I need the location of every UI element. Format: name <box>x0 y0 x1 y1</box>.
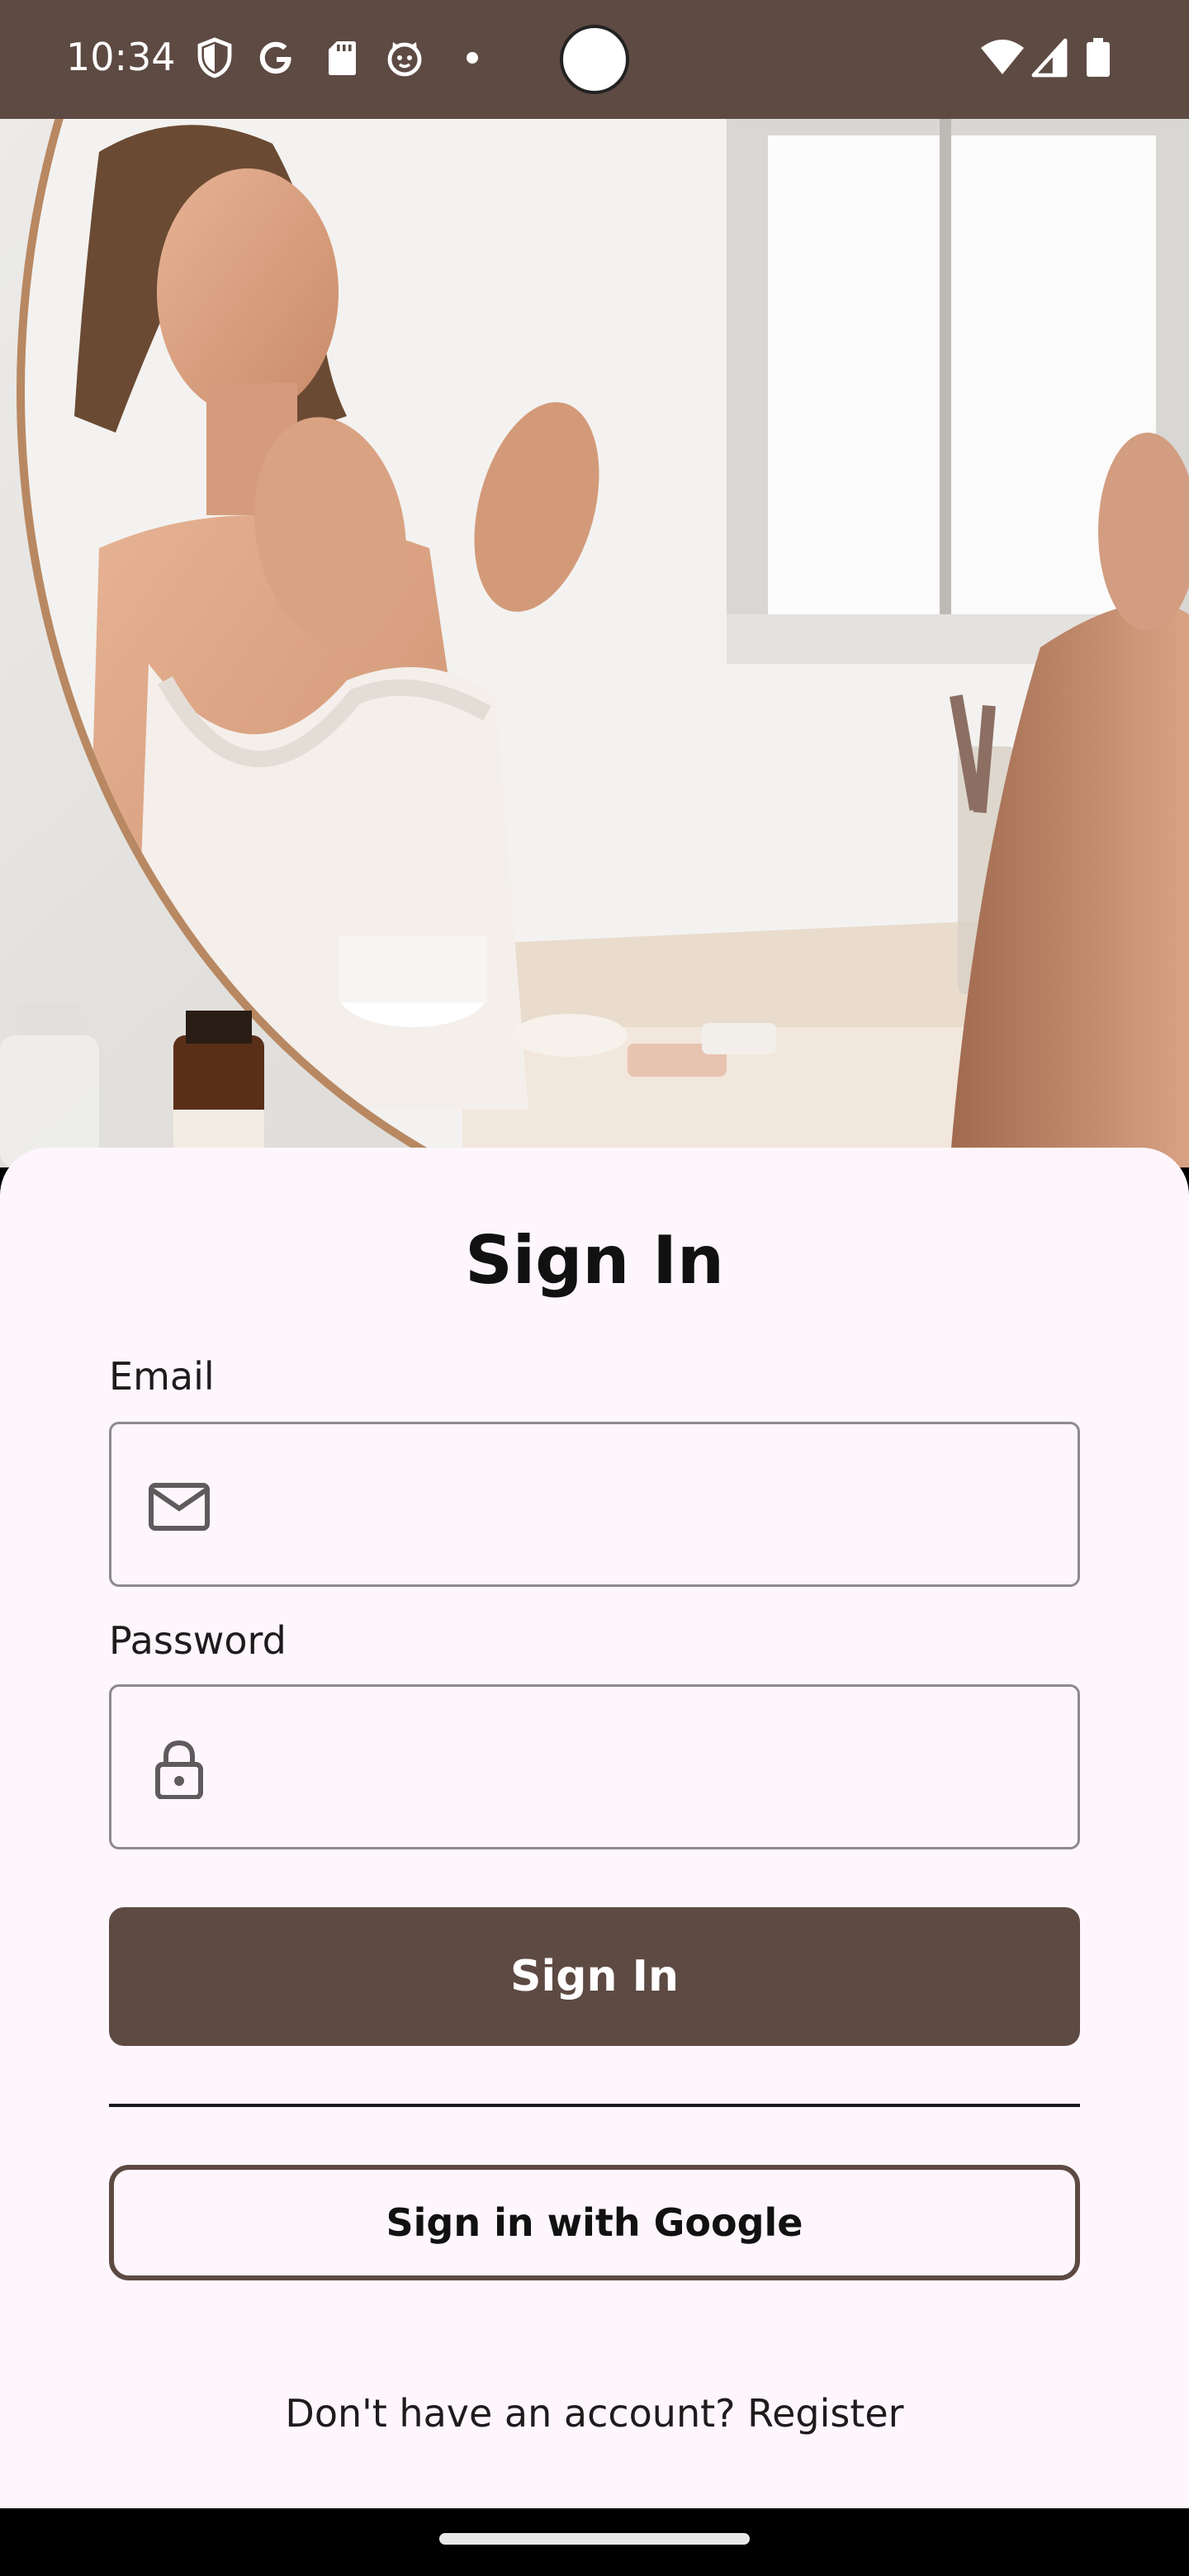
google-sign-in-button[interactable]: Sign in with Google <box>109 2165 1080 2280</box>
cat-face-icon <box>387 42 422 77</box>
cell-signal-icon <box>1031 38 1068 78</box>
home-gesture-handle[interactable] <box>439 2533 750 2545</box>
status-time: 10:34 <box>66 35 176 79</box>
dot-icon <box>467 52 478 64</box>
divider <box>109 2104 1080 2107</box>
password-field-container[interactable] <box>109 1684 1080 1849</box>
google-icon <box>259 41 291 74</box>
password-label: Password <box>109 1618 287 1663</box>
wifi-icon <box>981 40 1024 74</box>
hero-image <box>0 119 1189 1167</box>
email-label: Email <box>109 1354 215 1399</box>
mail-icon <box>149 1483 210 1531</box>
sd-card-icon <box>329 41 356 75</box>
email-field[interactable] <box>235 1424 1061 1584</box>
navigation-bar <box>0 2508 1189 2576</box>
lock-icon <box>155 1740 203 1799</box>
register-link[interactable]: Don't have an account? Register <box>0 2391 1189 2436</box>
shield-icon <box>197 37 232 78</box>
hero-illustration <box>0 119 1189 1167</box>
email-field-container[interactable] <box>109 1422 1080 1587</box>
sign-in-button[interactable]: Sign In <box>109 1907 1080 2046</box>
page-title: Sign In <box>465 1222 724 1299</box>
password-field[interactable] <box>235 1687 1061 1847</box>
camera-cutout <box>560 25 629 94</box>
status-bar: 10:34 <box>0 0 1189 119</box>
battery-icon <box>1087 38 1110 77</box>
